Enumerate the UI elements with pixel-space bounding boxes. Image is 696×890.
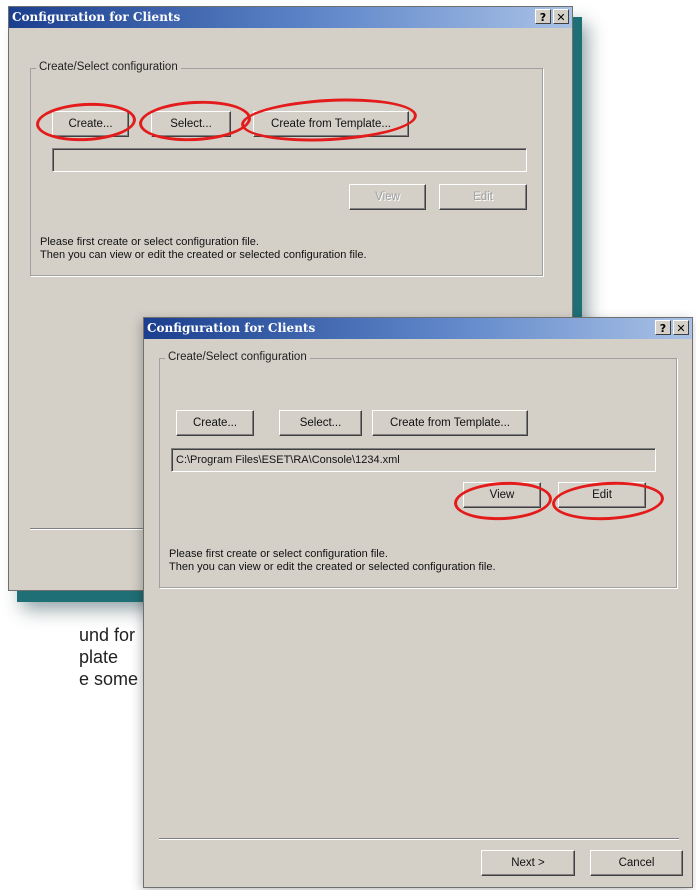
info-text: Please first create or select configurat… — [169, 548, 496, 574]
config-dialog-front: Configuration for Clients ? ✕ Create/Sel… — [143, 317, 693, 888]
close-button[interactable]: ✕ — [553, 9, 569, 24]
separator — [159, 838, 679, 840]
edit-button[interactable]: Edit — [558, 482, 646, 508]
info-text: Please first create or select configurat… — [40, 236, 367, 262]
create-button[interactable]: Create... — [176, 410, 254, 436]
create-select-group: Create/Select configuration Create... Se… — [159, 351, 677, 588]
create-button[interactable]: Create... — [52, 111, 129, 137]
info-line-1: Please first create or select configurat… — [169, 548, 388, 560]
create-from-template-button[interactable]: Create from Template... — [372, 410, 528, 436]
title-bar: Configuration for Clients ? ✕ — [9, 7, 572, 28]
caption-line-2: plate — [79, 647, 119, 667]
cancel-button[interactable]: Cancel — [590, 850, 683, 876]
create-from-template-button[interactable]: Create from Template... — [253, 111, 409, 137]
caption-line-1: und for — [79, 625, 136, 645]
create-select-group: Create/Select configuration Create... Se… — [30, 61, 543, 276]
title-bar: Configuration for Clients ? ✕ — [144, 318, 692, 339]
info-line-1: Please first create or select configurat… — [40, 236, 259, 248]
config-path-field[interactable] — [52, 148, 527, 172]
next-button[interactable]: Next > — [481, 850, 575, 876]
caption-text: und for plate e some — [79, 624, 138, 690]
dialog-title: Configuration for Clients — [147, 321, 316, 335]
caption-line-3: e some — [79, 669, 139, 689]
info-line-2: Then you can view or edit the created or… — [40, 249, 367, 261]
select-button[interactable]: Select... — [279, 410, 362, 436]
config-path-field[interactable]: C:\Program Files\ESET\RA\Console\1234.xm… — [171, 448, 656, 472]
dialog-title: Configuration for Clients — [12, 10, 181, 24]
info-line-2: Then you can view or edit the created or… — [169, 561, 496, 573]
close-button[interactable]: ✕ — [673, 320, 689, 335]
help-button[interactable]: ? — [655, 320, 671, 335]
select-button[interactable]: Select... — [151, 111, 231, 137]
view-button[interactable]: View — [349, 184, 426, 210]
group-label: Create/Select configuration — [36, 61, 181, 73]
help-button[interactable]: ? — [535, 9, 551, 24]
edit-button[interactable]: Edit — [439, 184, 527, 210]
view-button[interactable]: View — [463, 482, 541, 508]
group-label: Create/Select configuration — [165, 351, 310, 363]
